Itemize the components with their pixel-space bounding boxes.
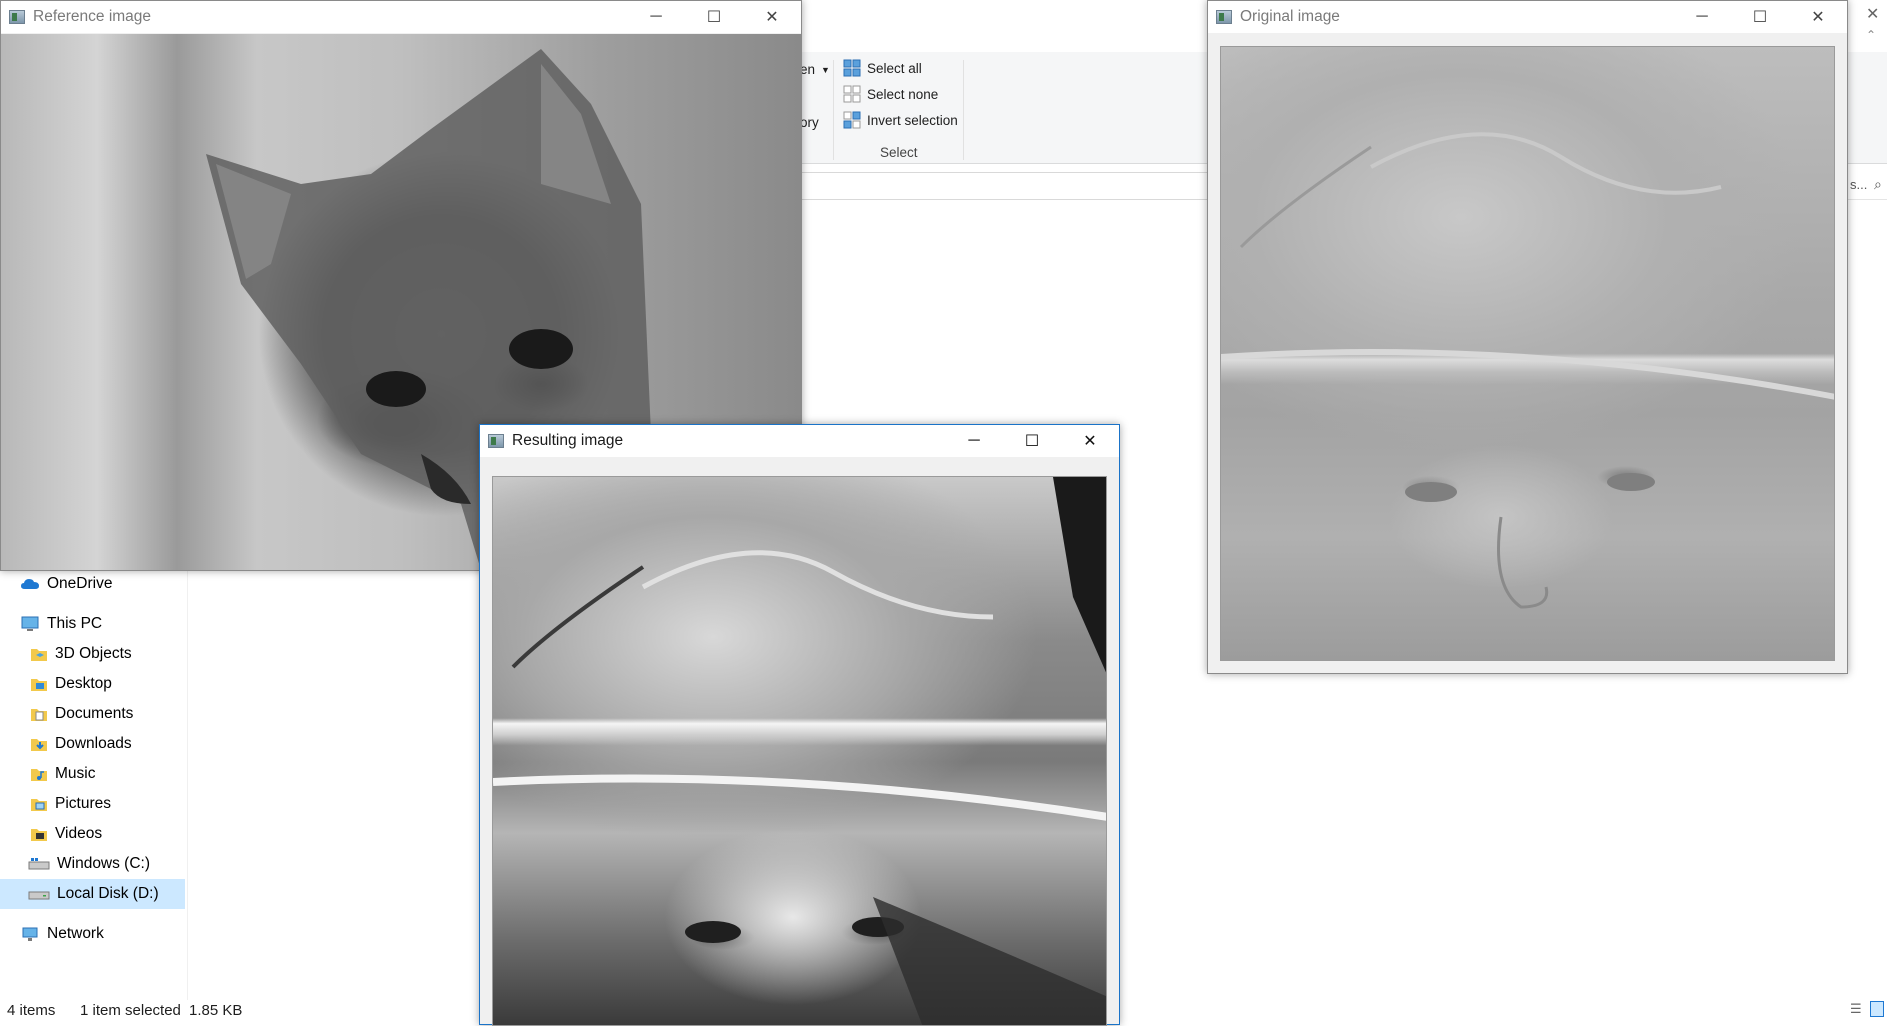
select-none-label: Select none [867,86,939,102]
resulting-image-window: Resulting image ─ ☐ ✕ [479,424,1120,1026]
search-box-partial[interactable]: s... [1850,177,1867,192]
close-icon[interactable]: ✕ [743,1,801,33]
nav-item-label: Local Disk (D:) [57,885,159,902]
window-title: Reference image [33,8,152,25]
nav-item-label: Downloads [55,735,132,752]
ribbon-history-partial[interactable]: ory [800,115,819,130]
ribbon-open-partial[interactable]: en ▼ [800,62,830,77]
nav-item-label: Music [55,765,96,782]
invert-selection-button[interactable]: Invert selection [843,111,958,129]
onedrive-cloud-icon [21,579,39,589]
resulting-image-canvas [492,476,1107,1026]
pictures-folder-icon [31,799,47,811]
nav-item-label: OneDrive [47,575,113,592]
nav-item-music[interactable]: Music [30,765,95,783]
status-item-count: 4 items [7,1002,56,1019]
nav-item-videos[interactable]: Videos [30,825,102,843]
chevron-down-icon: ▼ [821,64,830,75]
close-icon[interactable]: ✕ [1866,4,1879,24]
nav-item-windows-c[interactable]: Windows (C:) [28,855,150,873]
nav-item-label: Pictures [55,795,111,812]
nav-item-network[interactable]: Network [20,925,104,943]
minimize-icon[interactable]: ─ [1673,1,1731,33]
nav-item-3d-objects[interactable]: 3D Objects [30,645,132,663]
select-all-button[interactable]: Select all [843,59,922,77]
window-title: Original image [1240,8,1340,25]
downloads-folder-icon [31,739,47,751]
windows-drive-icon [28,858,50,870]
titlebar: Reference image ─ ☐ ✕ [1,1,801,33]
nav-item-label: Desktop [55,675,112,692]
invert-selection-label: Invert selection [867,112,958,128]
music-folder-icon [31,769,47,781]
original-image-window: Original image ─ ☐ ✕ [1207,0,1848,674]
nav-item-onedrive[interactable]: OneDrive [20,575,112,593]
nav-item-label: This PC [47,615,103,632]
maximize-icon[interactable]: ☐ [1003,425,1061,457]
select-none-button[interactable]: Select none [843,85,938,103]
ribbon-history-partial-label: ory [800,115,819,130]
nav-item-downloads[interactable]: Downloads [30,735,132,753]
nav-item-pictures[interactable]: Pictures [30,795,111,813]
ribbon-open-partial-label: en [800,62,816,77]
select-all-label: Select all [867,60,922,76]
ribbon-group-label-select: Select [880,145,918,160]
videos-folder-icon [31,829,47,841]
large-icons-view-icon[interactable] [1870,1001,1884,1017]
maximize-icon[interactable]: ☐ [1731,1,1789,33]
network-icon [22,927,38,941]
nav-item-label: 3D Objects [55,645,132,662]
hat-portrait-photo [1221,132,1834,609]
details-view-icon[interactable]: ☰ [1850,1001,1862,1017]
maximize-icon[interactable]: ☐ [685,1,743,33]
3d-objects-folder-icon [31,649,47,661]
nav-item-desktop[interactable]: Desktop [30,675,112,693]
ribbon-group-divider [963,60,964,160]
app-icon [9,10,25,24]
close-icon[interactable]: ✕ [1789,1,1847,33]
local-disk-icon [28,891,50,900]
nav-pane-divider [187,570,188,1000]
app-icon [488,434,504,448]
chevron-up-icon[interactable]: ⌃ [1866,28,1876,42]
original-image-canvas [1220,46,1835,661]
nav-item-label: Documents [55,705,134,722]
status-size: 1.85 KB [189,1002,243,1019]
nav-item-documents[interactable]: Documents [30,705,133,723]
select-none-icon [843,85,861,103]
nav-item-this-pc[interactable]: This PC [20,615,102,633]
app-icon [1216,10,1232,24]
nav-item-label: Network [47,925,104,942]
titlebar: Original image ─ ☐ ✕ [1208,1,1847,33]
search-icon[interactable]: ⌕ [1874,176,1882,193]
titlebar: Resulting image ─ ☐ ✕ [480,425,1119,457]
minimize-icon[interactable]: ─ [627,1,685,33]
hat-portrait-photo [493,477,1106,1025]
address-bar[interactable] [790,172,1208,200]
window-title: Resulting image [512,432,624,449]
select-all-icon [843,59,861,77]
ribbon-group-divider [833,60,834,160]
nav-item-label: Videos [55,825,103,842]
minimize-icon[interactable]: ─ [945,425,1003,457]
close-icon[interactable]: ✕ [1061,425,1119,457]
computer-icon [21,616,39,631]
invert-selection-icon [843,111,861,129]
nav-item-local-disk-d[interactable]: Local Disk (D:) [0,879,185,909]
status-selection: 1 item selected [80,1002,181,1019]
search-placeholder-partial: s... [1850,177,1868,192]
nav-item-label: Windows (C:) [57,855,151,872]
documents-folder-icon [31,709,47,721]
desktop-folder-icon [31,679,47,691]
